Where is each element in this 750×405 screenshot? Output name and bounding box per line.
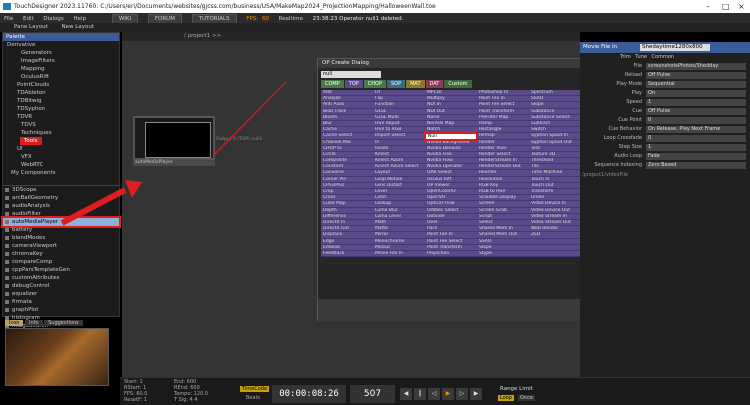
- params-path: /project1/videoFile: [582, 172, 628, 178]
- op-column: Photoshop In Point File In Point File Sele…: [477, 90, 529, 258]
- params-op-name[interactable]: Shedaytime1280x800: [640, 44, 710, 51]
- op-type-tabs: COMP TOP CHOP SOP MAT DAT Custom: [321, 80, 473, 88]
- op-search-input[interactable]: null: [321, 71, 381, 78]
- param-label: Cue Point: [618, 117, 642, 123]
- tab-sop[interactable]: SOP: [386, 80, 406, 88]
- pause-icon[interactable]: ‖: [414, 388, 426, 400]
- param-label: Reload: [624, 72, 642, 78]
- param-value[interactable]: On: [646, 90, 746, 97]
- param-label: Cue Behavior: [608, 126, 642, 132]
- tab-chop[interactable]: CHOP: [363, 80, 386, 88]
- tab-dat[interactable]: DAT: [425, 80, 444, 88]
- tab-tune[interactable]: Tune: [635, 54, 647, 60]
- tab-comp[interactable]: COMP: [321, 80, 344, 88]
- param-label: Play: [631, 90, 642, 96]
- frame-display[interactable]: 507: [350, 385, 395, 403]
- param-row: Cue Point 0: [580, 116, 750, 125]
- param-label: Cue: [632, 108, 642, 114]
- params-op-type: Movie File In: [583, 44, 618, 50]
- tab-top[interactable]: TOP: [344, 80, 363, 88]
- connector-line: [213, 81, 287, 156]
- op-column: Fit Flip Function GLSL GLSL Multi HSV Adjust H…: [373, 90, 425, 258]
- param-row: Cue Off Pulse: [580, 107, 750, 116]
- once-toggle[interactable]: Once: [518, 395, 535, 401]
- param-value[interactable]: 0: [646, 117, 746, 124]
- param-value[interactable]: 1: [646, 144, 746, 151]
- param-value[interactable]: 0: [646, 135, 746, 142]
- tab-mat[interactable]: MAT: [406, 80, 425, 88]
- param-row: File screenshotsPhotos/Shedday: [580, 62, 750, 71]
- param-row: Step Size 1: [580, 143, 750, 152]
- arrow-to-node: [60, 187, 127, 226]
- go-to-start-icon[interactable]: ◀: [400, 388, 412, 400]
- op-column: MPCDI Multiply NDI In NDI Out Noise Normal Ma…: [424, 90, 478, 258]
- param-value[interactable]: Zero Based: [646, 162, 746, 169]
- param-label: Sequence Indexing: [594, 162, 642, 168]
- op-column: Add Analyze Anti Alias Blob Track Bloom Blur C…: [321, 90, 373, 258]
- param-value[interactable]: Off Pulse: [646, 72, 746, 79]
- param-label: Step Size: [618, 144, 642, 150]
- tab-trim[interactable]: Trim: [620, 54, 631, 60]
- param-value[interactable]: On Release, Play Next Frame: [646, 126, 746, 133]
- beats-toggle[interactable]: Beats: [246, 395, 260, 401]
- param-label: Speed: [626, 99, 642, 105]
- param-row: Speed 1: [580, 98, 750, 107]
- step-back-icon[interactable]: ◁: [428, 388, 440, 400]
- param-label: Audio Loop: [614, 153, 642, 159]
- param-row: Audio Loop Fade: [580, 152, 750, 161]
- params-header: Movie File In Shedaytime1280x800: [580, 42, 750, 53]
- tl-resetf: ResetF: 1: [124, 397, 147, 403]
- op-column: Spectrum SSAO Slope Substance Substance Sele…: [529, 90, 581, 258]
- param-label: File: [633, 63, 642, 69]
- loop-toggle[interactable]: Loop: [498, 395, 514, 401]
- param-value[interactable]: screenshotsPhotos/Shedday: [646, 63, 746, 70]
- play-icon[interactable]: ▶: [442, 388, 454, 400]
- param-value[interactable]: Fade: [646, 153, 746, 160]
- tl-tsig: T Sig: 4 4: [174, 397, 198, 403]
- op-item[interactable]: Movie File In: [373, 250, 425, 258]
- params-tabs: Trim Tune Common: [580, 53, 750, 62]
- op-item: [529, 250, 581, 258]
- timecode-display[interactable]: 00:00:08:26: [272, 385, 346, 403]
- step-forward-icon[interactable]: ▷: [456, 388, 468, 400]
- go-to-end-icon[interactable]: ▶: [470, 388, 482, 400]
- op-create-dialog: OP Create Dialog null COMP TOP CHOP SOP MAT D…: [317, 58, 614, 321]
- op-item[interactable]: Stype: [477, 250, 529, 258]
- param-value[interactable]: Sequential: [646, 81, 746, 88]
- op-item[interactable]: Projection: [425, 250, 477, 258]
- op-item[interactable]: Feedback: [321, 250, 373, 258]
- param-row: Loop Crossfade 0: [580, 134, 750, 143]
- param-value[interactable]: Off Pulse: [646, 108, 746, 115]
- params-list: File screenshotsPhotos/Shedday Reload Off P…: [580, 62, 750, 170]
- param-row: Cue Behavior On Release, Play Next Frame: [580, 125, 750, 134]
- param-row: Reload Off Pulse: [580, 71, 750, 80]
- arrow-to-node-head: [125, 180, 142, 198]
- param-label: Loop Crossfade: [603, 135, 642, 141]
- op-dialog-title: OP Create Dialog: [318, 59, 613, 68]
- tab-custom[interactable]: Custom: [444, 80, 472, 88]
- op-dialog-footer: [318, 299, 613, 321]
- param-row: Play Mode Sequential: [580, 80, 750, 89]
- param-value[interactable]: 1: [646, 99, 746, 106]
- param-row: Play On: [580, 89, 750, 98]
- param-label: Play Mode: [616, 81, 642, 87]
- timecode-toggle[interactable]: TimeCode: [240, 386, 270, 392]
- parameters-panel: Movie File In Shedaytime1280x800 Trim Tu…: [580, 42, 750, 377]
- tab-common[interactable]: Common: [652, 54, 675, 60]
- range-limit-label: Range Limit: [500, 386, 533, 392]
- param-row: Sequence Indexing Zero Based: [580, 161, 750, 170]
